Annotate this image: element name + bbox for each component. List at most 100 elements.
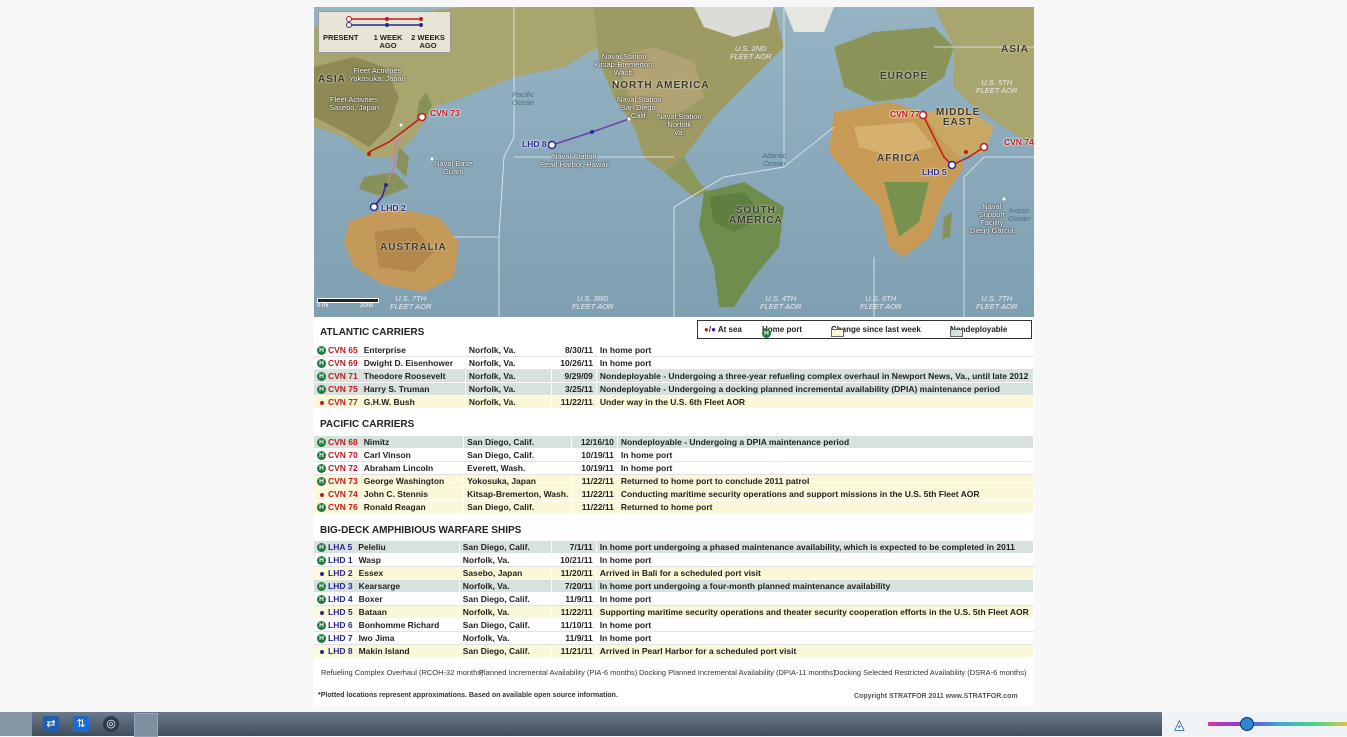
at-sea-blue-dot-icon: ● [711, 325, 716, 334]
status-legend: ●/● At sea H Home port Change since last … [697, 320, 1032, 339]
date-cell: 8/30/11 [551, 343, 597, 357]
status-note-cell: Nondeployable - Undergoing a docking pla… [596, 382, 1035, 396]
globe-icon[interactable]: ◎ [103, 716, 119, 732]
home-port-cell: Norfolk, Va. [459, 553, 553, 567]
table-row: H LHD 4 Boxer San Diego, Calif. 11/9/11 In ho… [314, 592, 1035, 606]
system-tray: ◬ [1162, 712, 1347, 736]
ship-cell: H CVN 70 Carl Vinson [314, 448, 465, 462]
table-row: H CVN 75 Harry S. Truman Norfolk, Va. 3/25/1… [314, 382, 1035, 396]
ship-name: Kearsarge [358, 580, 401, 591]
section-title-atlantic: ATLANTIC CARRIERS [320, 327, 425, 338]
date-cell: 11/9/11 [551, 592, 597, 606]
date-cell: 11/22/11 [571, 500, 618, 513]
ship-cell: H LHD 6 Bonhomme Richard [314, 618, 460, 632]
home-port-icon: H [317, 477, 326, 487]
definition-dpia: Docking Planned Incremental Availability… [639, 668, 836, 677]
status-note-cell: Conducting maritime security operations … [617, 487, 1035, 501]
ship-cell: H CVN 68 Nimitz [314, 435, 465, 449]
home-port-icon: H [317, 543, 326, 553]
ship-name: Enterprise [363, 344, 406, 355]
status-note-cell: Nondeployable - Undergoing a DPIA mainte… [617, 435, 1035, 449]
home-port-cell: Norfolk, Va. [459, 631, 553, 645]
legend-change-label: Change since last week [831, 325, 921, 334]
taskbar: ⇄ ⇅ ◎ ◬ [0, 712, 1347, 737]
map-graphic [314, 7, 1034, 317]
ship-name: Ronald Reagan [363, 501, 426, 512]
hull-number: CVN 72 [328, 462, 358, 473]
place-diego-garcia: Naval Support Facility Diego Garcia [970, 202, 1014, 235]
desktop-icon[interactable]: ⇄ [43, 716, 59, 732]
aor-7th-right: U.S. 7TH FLEET AOR [976, 295, 1017, 311]
home-port-cell: San Diego, Calif. [463, 435, 573, 449]
hull-number: LHD 2 [328, 568, 353, 578]
home-port-cell: Norfolk, Va. [459, 579, 553, 593]
hull-number: CVN 74 [328, 489, 358, 499]
table-atlantic-carriers: H CVN 65 Enterprise Norfolk, Va. 8/30/11 In h… [314, 343, 1035, 408]
home-port-icon: H [317, 451, 326, 461]
track-legend: PRESENT 1 WEEK AGO 2 WEEKS AGO [318, 11, 451, 53]
footnote: *Plotted locations represent approximati… [318, 692, 618, 699]
place-sasebo: Fleet Activities Sasebo, Japan [329, 95, 380, 112]
legend-present: PRESENT [323, 33, 359, 42]
home-port-cell: San Diego, Calif. [463, 448, 573, 462]
legend-nondeployable: Nondeployable [950, 325, 1007, 337]
definition-dsra: Docking Selected Restricted Availability… [834, 668, 1027, 677]
at-sea-dot-icon [320, 610, 324, 615]
ship-cell: LHD 8 Makin Island [314, 644, 460, 657]
table-row: CVN 74 John C. Stennis Kitsap-Bremerton, W… [314, 487, 1035, 501]
status-note-cell: In home port [617, 461, 1035, 475]
home-port-cell: Yokosuka, Japan [463, 474, 573, 488]
date-cell: 10/26/11 [551, 356, 597, 370]
eye-icon[interactable]: ◬ [1174, 716, 1185, 733]
home-port-icon: H [317, 464, 326, 474]
ship-name: Carl Vinson [363, 449, 411, 460]
date-cell: 11/10/11 [551, 618, 597, 632]
hull-number: LHD 5 [328, 607, 353, 617]
date-cell: 10/19/11 [571, 461, 618, 475]
table-pacific-carriers: H CVN 68 Nimitz San Diego, Calif. 12/16/10 No… [314, 435, 1035, 513]
table-amphibious: H LHA 5 Peleliu San Diego, Calif. 7/1/11 In h… [314, 540, 1035, 657]
legend-change: Change since last week [831, 325, 921, 337]
ocean-atlantic-b: Ocean [763, 159, 786, 168]
region-north-america: NORTH AMERICA [612, 80, 710, 91]
table-row: H LHD 3 Kearsarge Norfolk, Va. 7/20/11 In hom… [314, 579, 1035, 593]
aor-2nd: U.S. 2ND FLEET AOR [730, 45, 771, 61]
home-port-cell: San Diego, Calif. [463, 500, 573, 513]
color-slider-track[interactable] [1208, 722, 1347, 726]
home-port-cell: Norfolk, Va. [465, 369, 553, 383]
nondeployable-swatch [950, 329, 963, 337]
table-row: LHD 5 Bataan Norfolk, Va. 11/22/11 Supportin… [314, 605, 1035, 619]
aor-6th-b: FLEET AOR [860, 302, 902, 311]
ship-cell: CVN 74 John C. Stennis [314, 487, 465, 501]
table-row: CVN 77 G.H.W. Bush Norfolk, Va. 11/22/11 Und… [314, 395, 1035, 408]
ship-name: G.H.W. Bush [363, 397, 415, 407]
legend-home-port: H Home port [762, 325, 802, 338]
ocean-pacific-b: Ocean [512, 98, 535, 107]
ship-cell: H LHD 1 Wasp [314, 553, 460, 567]
start-button[interactable] [0, 712, 32, 736]
home-port-cell: Norfolk, Va. [465, 356, 553, 370]
place-san-diego: Naval Station San Diego, Calif. [617, 95, 662, 120]
color-slider-handle[interactable] [1240, 717, 1254, 731]
aor-4th-b: FLEET AOR [760, 302, 802, 311]
status-note-cell: In home port [617, 448, 1035, 462]
table-row: H CVN 65 Enterprise Norfolk, Va. 8/30/11 In h… [314, 343, 1035, 357]
home-port-cell: San Diego, Calif. [459, 644, 553, 657]
hull-number: CVN 73 [328, 475, 358, 486]
table-row: LHD 2 Essex Sasebo, Japan 11/20/11 Arrived i… [314, 566, 1035, 580]
ship-cell: H LHD 4 Boxer [314, 592, 460, 606]
aor-6th: U.S. 6TH FLEET AOR [860, 295, 901, 311]
ship-cell: H CVN 75 Harry S. Truman [314, 382, 466, 396]
aor-7th: U.S. 7TH FLEET AOR [390, 295, 431, 311]
network-icon[interactable]: ⇅ [73, 716, 89, 732]
taskbar-button[interactable] [134, 713, 158, 737]
status-note-cell: Under way in the U.S. 6th Fleet AOR [596, 395, 1035, 408]
map-ship-cvn77: CVN 77 [890, 109, 920, 119]
home-port-icon: H [317, 346, 326, 356]
map-ship-lhd2: LHD 2 [381, 203, 406, 213]
region-middle-east: MIDDLE EAST [936, 108, 980, 128]
home-port-cell: Norfolk, Va. [465, 343, 553, 357]
ship-cell: H LHD 3 Kearsarge [314, 579, 460, 593]
home-port-icon: H [317, 634, 326, 644]
home-port-icon: H [317, 503, 326, 513]
